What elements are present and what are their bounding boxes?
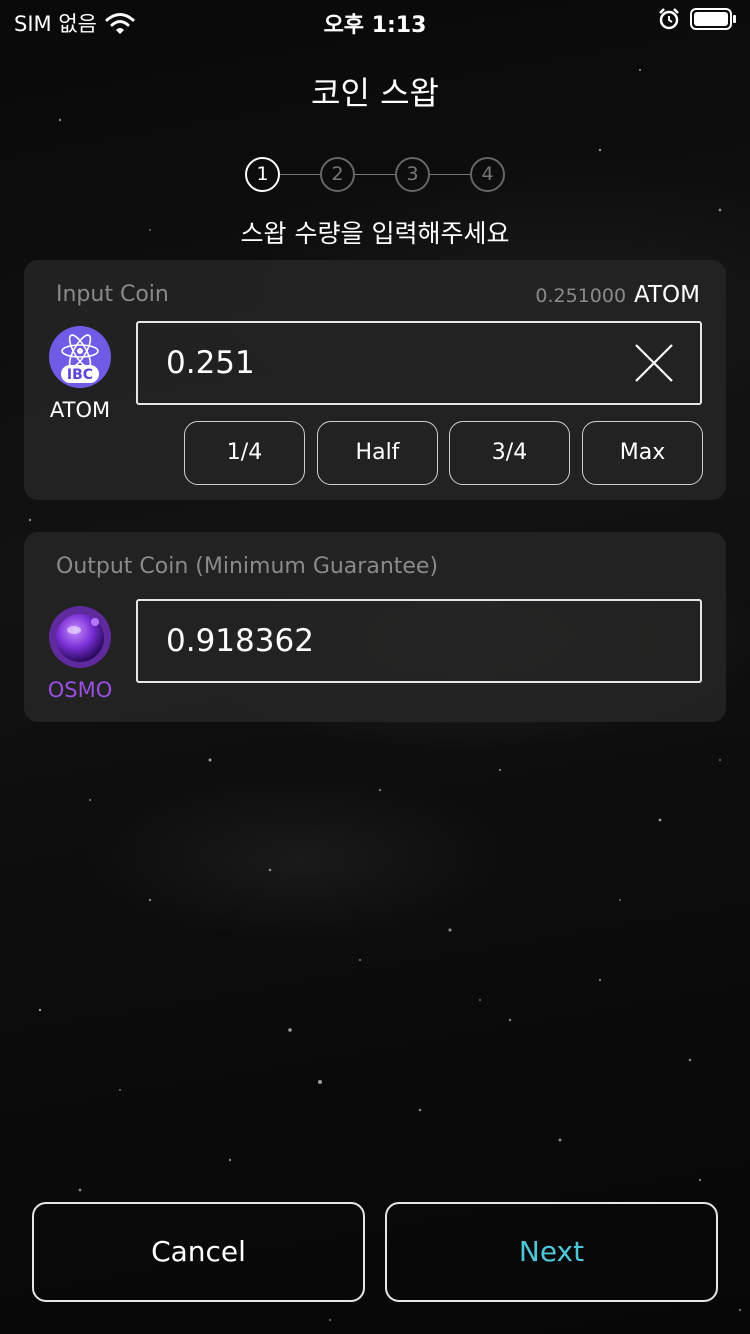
output-amount-field: 0.918362 xyxy=(136,599,702,683)
status-time: 오후 1:13 xyxy=(323,13,427,38)
atom-ibc-logo: IBC xyxy=(49,326,111,388)
battery-icon xyxy=(690,8,736,30)
osmo-logo xyxy=(49,606,111,668)
input-coin-label: Input Coin xyxy=(56,282,169,307)
ibc-badge-text: IBC xyxy=(67,367,93,383)
input-amount-value: 0.251 xyxy=(166,345,255,381)
output-coin-card: Output Coin (Minimum Guarantee) OSMO 0.9… xyxy=(24,532,726,722)
step-3: 3 xyxy=(395,157,430,192)
status-right xyxy=(658,8,738,30)
cancel-button[interactable]: Cancel xyxy=(32,1202,365,1302)
step-2: 2 xyxy=(320,157,355,192)
step-connector xyxy=(280,174,320,175)
three-quarter-button[interactable]: 3/4 xyxy=(449,421,570,485)
input-coin-name: ATOM xyxy=(49,398,111,422)
step-indicator: 1 2 3 4 xyxy=(245,157,505,193)
output-amount-value: 0.918362 xyxy=(166,623,314,659)
input-coin-card: Input Coin 0.251000 ATOM IBC ATOM 0.251 1… xyxy=(24,260,726,500)
next-button[interactable]: Next xyxy=(385,1202,718,1302)
step-1: 1 xyxy=(245,157,280,192)
available-balance: 0.251000 ATOM xyxy=(535,282,700,308)
alarm-icon xyxy=(659,8,679,30)
balance-symbol: ATOM xyxy=(634,282,700,308)
balance-amount: 0.251000 xyxy=(535,285,627,307)
max-button[interactable]: Max xyxy=(582,421,703,485)
quarter-button[interactable]: 1/4 xyxy=(184,421,305,485)
step-connector xyxy=(355,174,395,175)
close-icon[interactable] xyxy=(634,343,674,383)
step-connector xyxy=(430,174,470,175)
page-title: 코인 스왑 xyxy=(311,74,439,112)
input-amount-field[interactable]: 0.251 xyxy=(136,321,702,405)
output-coin-label: Output Coin (Minimum Guarantee) xyxy=(56,554,439,579)
half-button[interactable]: Half xyxy=(317,421,438,485)
step-4: 4 xyxy=(470,157,505,192)
output-coin-name: OSMO xyxy=(47,678,113,702)
instruction-text: 스왑 수량을 입력해주세요 xyxy=(240,219,510,248)
status-bar: SIM 없음 오후 1:13 xyxy=(0,0,750,40)
